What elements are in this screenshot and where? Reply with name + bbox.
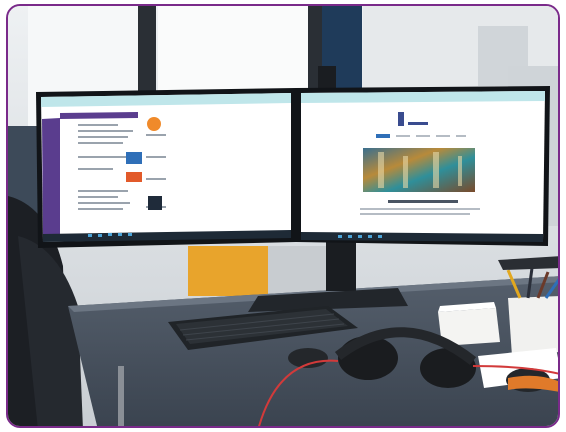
workstation-photo	[8, 6, 558, 426]
app-badge-icon	[147, 117, 161, 131]
right-monitor	[296, 86, 550, 246]
photo-frame	[6, 4, 560, 428]
left-sidebar	[42, 118, 60, 239]
site-logo	[398, 112, 404, 126]
right-browser-bar	[301, 91, 545, 103]
left-monitor	[36, 88, 296, 248]
